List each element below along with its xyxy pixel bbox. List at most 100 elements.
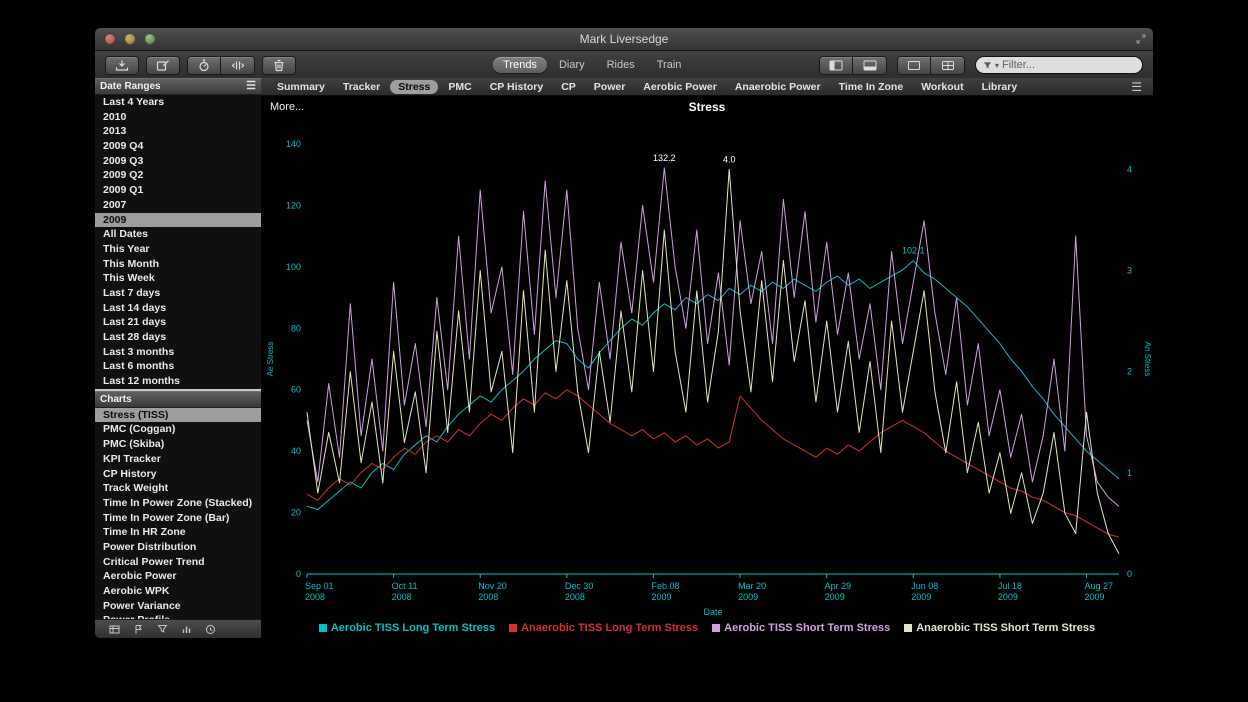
chart-item[interactable]: Power Distribution [95, 540, 261, 555]
date-range-item[interactable]: Last 28 days [95, 330, 261, 345]
layout-tiled-button[interactable] [931, 56, 965, 75]
date-range-item[interactable]: 2009 Q1 [95, 183, 261, 198]
date-range-item[interactable]: Last 14 days [95, 301, 261, 316]
main-tab-stress[interactable]: Stress [390, 80, 438, 94]
main-tab-anaerobic-power[interactable]: Anaerobic Power [727, 80, 829, 94]
window-title: Mark Liversedge [580, 32, 669, 46]
date-range-item[interactable]: All Dates [95, 227, 261, 242]
toggle-sidebar-button[interactable] [819, 56, 853, 75]
chart-item[interactable]: KPI Tracker [95, 452, 261, 467]
svg-text:2: 2 [1127, 367, 1132, 377]
filter-input[interactable]: ▾ Filter... [975, 56, 1143, 74]
main-tab-time-in-zone[interactable]: Time In Zone [831, 80, 912, 94]
main-tab-library[interactable]: Library [974, 80, 1026, 94]
svg-text:Jun 08: Jun 08 [911, 581, 938, 591]
svg-text:4.0: 4.0 [723, 154, 736, 164]
chart-item[interactable]: Aerobic Power [95, 569, 261, 584]
main-tab-aerobic-power[interactable]: Aerobic Power [635, 80, 725, 94]
chart-item[interactable]: PMC (Skiba) [95, 437, 261, 452]
layout-single-button[interactable] [897, 56, 931, 75]
view-tab-diary[interactable]: Diary [549, 57, 595, 73]
chart-item[interactable]: Time In HR Zone [95, 525, 261, 540]
date-range-item[interactable]: 2013 [95, 124, 261, 139]
date-range-item[interactable]: 2009 Q4 [95, 139, 261, 154]
legend-item: Anaerobic TISS Long Term Stress [509, 622, 698, 634]
date-range-item[interactable]: 2009 [95, 213, 261, 228]
date-range-item[interactable]: This Year [95, 242, 261, 257]
main-tab-tracker[interactable]: Tracker [335, 80, 388, 94]
svg-text:3: 3 [1127, 265, 1132, 275]
chart-item[interactable]: Power Variance [95, 599, 261, 614]
svg-text:2009: 2009 [998, 592, 1018, 602]
toggle-lowbar-button[interactable] [853, 56, 887, 75]
date-range-item[interactable]: Last 21 days [95, 315, 261, 330]
chart-item[interactable]: Aerobic WPK [95, 584, 261, 599]
legend-swatch [712, 624, 720, 632]
delete-button[interactable] [262, 56, 296, 75]
view-tab-trends[interactable]: Trends [493, 57, 547, 73]
filter-icon[interactable] [157, 624, 168, 635]
clock-icon[interactable] [205, 624, 216, 635]
main-tab-cp-history[interactable]: CP History [482, 80, 552, 94]
main-tab-cp[interactable]: CP [553, 80, 584, 94]
chart-item[interactable]: Time In Power Zone (Bar) [95, 511, 261, 526]
legend-label: Anaerobic TISS Short Term Stress [916, 622, 1095, 634]
close-window-button[interactable] [104, 33, 116, 45]
date-range-item[interactable]: 2007 [95, 198, 261, 213]
svg-text:Sep 01: Sep 01 [305, 581, 334, 591]
view-tab-train[interactable]: Train [647, 57, 692, 73]
svg-text:4: 4 [1127, 164, 1132, 174]
menu-icon[interactable]: ☰ [246, 81, 256, 92]
chart-item[interactable]: Time In Power Zone (Stacked) [95, 496, 261, 511]
date-ranges-header[interactable]: Date Ranges ☰ [95, 78, 261, 95]
date-range-item[interactable]: Last 6 months [95, 359, 261, 374]
charts-header[interactable]: Charts [95, 391, 261, 408]
chart-item[interactable]: Track Weight [95, 481, 261, 496]
chart-tabbar: SummaryTrackerStressPMCCP HistoryCPPower… [261, 78, 1153, 96]
bookmark-icon[interactable] [133, 624, 144, 635]
date-range-item[interactable]: 2009 Q3 [95, 154, 261, 169]
chart-item[interactable]: PMC (Coggan) [95, 422, 261, 437]
date-range-item[interactable]: 2010 [95, 110, 261, 125]
fullscreen-icon[interactable] [1136, 34, 1146, 44]
date-range-item[interactable]: Last 7 days [95, 286, 261, 301]
toolbar-right: ▾ Filter... [819, 56, 1143, 75]
main-tab-summary[interactable]: Summary [269, 80, 333, 94]
zoom-window-button[interactable] [144, 33, 156, 45]
svg-text:Nov 20: Nov 20 [478, 581, 507, 591]
svg-text:20: 20 [291, 508, 301, 518]
legend-swatch [509, 624, 517, 632]
date-range-item[interactable]: Last 12 months [95, 374, 261, 389]
view-tab-rides[interactable]: Rides [597, 57, 645, 73]
svg-text:120: 120 [286, 200, 301, 210]
chart-item[interactable]: Critical Power Trend [95, 555, 261, 570]
date-range-item[interactable]: Last 3 months [95, 345, 261, 360]
date-ranges-list: Last 4 Years201020132009 Q42009 Q32009 Q… [95, 95, 261, 389]
minimize-window-button[interactable] [124, 33, 136, 45]
svg-text:100: 100 [286, 262, 301, 272]
date-range-item[interactable]: Last 4 Years [95, 95, 261, 110]
legend-swatch [904, 624, 912, 632]
series-aerobic-tiss-long-term-stress [307, 261, 1119, 510]
chart-area: More... Stress Sep 012008Oct 112008Nov 2… [261, 96, 1153, 638]
legend-item: Anaerobic TISS Short Term Stress [904, 622, 1095, 634]
funnel-icon [983, 61, 992, 70]
intervals-button[interactable] [221, 56, 255, 75]
main-tab-workout[interactable]: Workout [913, 80, 971, 94]
chart-item[interactable]: Stress (TISS) [95, 408, 261, 423]
table-icon[interactable] [109, 624, 120, 635]
chart-item[interactable]: CP History [95, 467, 261, 482]
svg-text:Jul 18: Jul 18 [998, 581, 1022, 591]
svg-text:Mar 20: Mar 20 [738, 581, 766, 591]
main-tab-pmc[interactable]: PMC [440, 80, 479, 94]
bar-chart-icon[interactable] [181, 624, 192, 635]
edit-button[interactable] [146, 56, 180, 75]
tabbar-menu-icon[interactable]: ☰ [1131, 81, 1145, 93]
date-range-item[interactable]: This Month [95, 257, 261, 272]
stopwatch-button[interactable] [187, 56, 221, 75]
date-range-item[interactable]: 2009 Q2 [95, 168, 261, 183]
app-window: Mark Liversedge TrendsDiaryRidesTrain [95, 28, 1153, 638]
save-button[interactable] [105, 56, 139, 75]
date-range-item[interactable]: This Week [95, 271, 261, 286]
main-tab-power[interactable]: Power [586, 80, 634, 94]
